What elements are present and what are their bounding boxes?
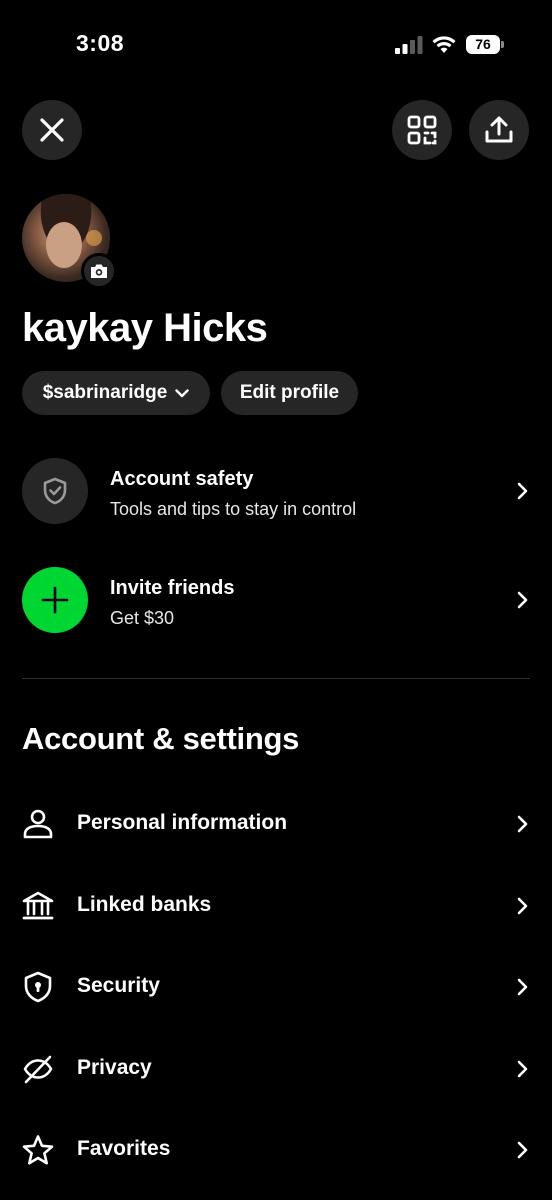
battery-icon: 76 — [466, 35, 504, 54]
shield-lock-icon — [24, 971, 52, 1003]
settings-item-label: Linked banks — [77, 893, 212, 916]
cashtag-button[interactable]: $sabrinaridge — [22, 371, 210, 415]
star-icon — [22, 1135, 54, 1165]
settings-item-label: Favorites — [77, 1137, 171, 1160]
camera-icon — [91, 264, 107, 278]
invite-friends-title: Invite friends — [110, 577, 235, 599]
account-settings-heading: Account & settings — [22, 721, 300, 756]
chevron-right-icon — [517, 482, 528, 500]
cellular-signal-icon — [395, 36, 423, 54]
chevron-right-icon — [517, 1141, 528, 1159]
invite-friends-row[interactable]: Invite friends Get $30 — [22, 567, 530, 635]
cashtag-label: $sabrinaridge — [42, 382, 168, 403]
invite-icon-wrap — [22, 567, 88, 633]
plus-icon — [41, 586, 69, 614]
account-safety-title: Account safety — [110, 468, 254, 490]
account-safety-icon-wrap — [22, 458, 88, 524]
account-safety-subtitle: Tools and tips to stay in control — [110, 499, 357, 519]
settings-item-favorites[interactable]: Favorites — [22, 1130, 530, 1170]
shield-check-icon — [43, 477, 67, 505]
edit-profile-button[interactable]: Edit profile — [221, 371, 358, 415]
person-icon — [23, 809, 53, 839]
chevron-right-icon — [517, 591, 528, 609]
status-bar: 3:08 76 — [0, 0, 552, 90]
chevron-right-icon — [517, 897, 528, 915]
close-icon — [40, 118, 64, 142]
divider — [22, 678, 530, 679]
wifi-icon — [432, 36, 456, 53]
share-upload-icon — [485, 116, 513, 143]
settings-item-label: Personal information — [77, 811, 288, 834]
chevron-right-icon — [517, 1060, 528, 1078]
battery-level: 76 — [466, 35, 500, 54]
edit-profile-label: Edit profile — [239, 382, 340, 403]
chevron-right-icon — [517, 978, 528, 996]
bank-icon — [22, 891, 54, 920]
settings-item-security[interactable]: Security — [22, 967, 530, 1007]
settings-item-label: Privacy — [77, 1056, 152, 1079]
qr-scan-icon — [407, 115, 437, 145]
eye-slash-icon — [23, 1055, 53, 1084]
account-safety-row[interactable]: Account safety Tools and tips to stay in… — [22, 458, 530, 526]
settings-item-privacy[interactable]: Privacy — [22, 1049, 530, 1089]
status-time: 3:08 — [76, 30, 125, 56]
chevron-down-icon — [175, 388, 189, 397]
invite-friends-subtitle: Get $30 — [110, 608, 175, 628]
chevron-right-icon — [517, 815, 528, 833]
share-button[interactable] — [469, 100, 529, 160]
settings-item-personal-information[interactable]: Personal information — [22, 804, 530, 844]
change-photo-button[interactable] — [81, 253, 117, 289]
close-button[interactable] — [22, 100, 82, 160]
settings-item-label: Security — [77, 974, 160, 997]
settings-item-linked-banks[interactable]: Linked banks — [22, 886, 530, 926]
qr-scan-button[interactable] — [392, 100, 452, 160]
profile-name: kaykay Hicks — [22, 306, 268, 350]
